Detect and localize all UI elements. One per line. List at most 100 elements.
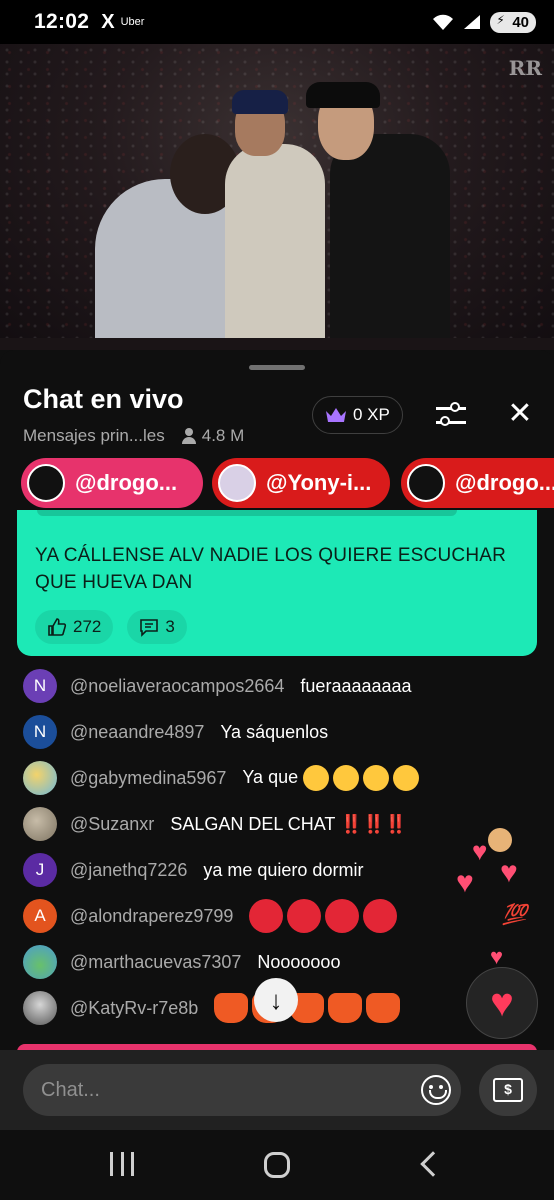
message-author: @janethq7226 (70, 859, 188, 880)
smiley-icon[interactable] (421, 1075, 451, 1105)
chat-subheader[interactable]: Mensajes prin...les 4.8 M (23, 426, 244, 446)
message-text: Ya que (242, 765, 423, 791)
chat-message[interactable]: @KatyRv-r7e8b (23, 990, 404, 1026)
video-performer-2-cap (232, 90, 288, 114)
super-chat-actions: 272 3 (35, 610, 187, 644)
heart-icon: ♥ (456, 866, 474, 899)
chat-title: Chat en vivo (23, 384, 184, 414)
reply-button[interactable]: 3 (127, 610, 187, 644)
chat-message[interactable]: @gabymedina5967 Ya que (23, 760, 423, 796)
chat-message[interactable]: N @neaandre4897 Ya sáquenlos (23, 714, 328, 750)
status-indicators: 40 (432, 11, 536, 33)
like-button[interactable]: 272 (35, 610, 114, 644)
nauseated-emoji-icon (333, 765, 360, 791)
message-text: Ya sáquenlos (220, 721, 329, 742)
red-blob-emoji-icon (249, 899, 284, 933)
fire-emoji-icon (214, 993, 249, 1023)
super-chat-card[interactable]: YA CÁLLENSE ALV NADIE LOS QUIERE ESCUCHA… (17, 518, 537, 656)
signal-icon (464, 15, 481, 29)
uber-app-icon: Uber (120, 16, 145, 28)
send-heart-button[interactable]: ♥ (466, 967, 538, 1039)
status-bar: 12:02 X Uber 40 (0, 0, 554, 44)
fire-emoji-icon (366, 993, 401, 1023)
avatar: J (23, 853, 57, 887)
message-author: @KatyRv-r7e8b (70, 997, 199, 1018)
x-app-icon: X (101, 10, 115, 33)
video-performer-3 (330, 134, 450, 350)
recents-icon[interactable] (110, 1152, 134, 1176)
chat-input[interactable]: Chat... (23, 1064, 461, 1116)
sliders-knob-2 (440, 416, 450, 426)
chat-input-placeholder: Chat... (41, 1078, 100, 1101)
message-text: fueraaaaaaaa (300, 675, 412, 696)
avatar: N (23, 669, 57, 703)
back-icon[interactable] (420, 1151, 446, 1177)
red-blob-emoji-icon (287, 899, 322, 933)
red-blob-emoji-icon (363, 899, 398, 933)
channel-watermark: RR (508, 56, 542, 80)
chat-message[interactable]: N @noeliaveraocampos2664 fueraaaaaaaa (23, 668, 412, 704)
red-blob-emoji-icon (325, 899, 360, 933)
pinned-donations: @drogo... @Yony-i... @drogo... (0, 458, 554, 510)
hundred-emoji-icon: 💯 (502, 904, 527, 926)
home-icon[interactable] (264, 1152, 290, 1178)
pinned-handle: @drogo... (75, 470, 178, 495)
chat-message[interactable]: J @janethq7226 ya me quiero dormir (23, 852, 363, 888)
chat-message[interactable]: A @alondraperez9799 (23, 898, 401, 934)
video-performer-2 (225, 144, 325, 350)
avatar (27, 464, 65, 502)
video-stage (0, 338, 554, 350)
chat-message[interactable]: @Suzanxr SALGAN DEL CHAT ‼️‼️‼️ (23, 806, 407, 842)
avatar (23, 807, 57, 841)
avatar (23, 761, 57, 795)
like-count: 272 (73, 617, 102, 636)
message-author: @neaandre4897 (70, 721, 205, 742)
avatar (23, 991, 57, 1025)
xp-label: 0 XP (353, 405, 390, 424)
status-time: 12:02 (34, 10, 90, 33)
pinned-chip[interactable]: @drogo... (401, 458, 554, 508)
chat-composer: Chat... $ (0, 1050, 554, 1130)
message-text: SALGAN DEL CHAT ‼️‼️‼️ (170, 813, 408, 834)
crown-icon (326, 408, 346, 422)
money-icon: $ (493, 1078, 523, 1102)
heart-icon: ♥ (490, 980, 514, 1025)
nauseated-emoji-icon (393, 765, 420, 791)
pinned-handle: @Yony-i... (266, 470, 372, 495)
thumbs-up-icon (48, 618, 67, 636)
message-author: @alondraperez9799 (70, 905, 234, 926)
message-text: ya me quiero dormir (203, 859, 364, 880)
scroll-down-button[interactable]: ↓ (254, 978, 298, 1022)
sliders-knob-1 (450, 402, 460, 412)
fire-emoji-icon (328, 993, 363, 1023)
avatar (218, 464, 256, 502)
xp-button[interactable]: 0 XP (312, 396, 403, 434)
chat-filter-label[interactable]: Mensajes prin...les (23, 426, 165, 446)
drag-handle[interactable] (249, 365, 305, 370)
message-author: @noeliaveraocampos2664 (70, 675, 285, 696)
close-icon[interactable]: ✕ (500, 394, 540, 434)
sliders-icon[interactable] (430, 396, 470, 434)
wifi-icon (433, 14, 454, 30)
pinned-handle: @drogo... (455, 470, 554, 495)
avatar (23, 945, 57, 979)
viewer-count: 4.8 M (201, 426, 245, 445)
comment-icon (140, 619, 159, 637)
message-author: @gabymedina5967 (70, 767, 227, 788)
avatar: A (23, 899, 57, 933)
heart-icon: ♥ (500, 856, 518, 889)
message-author: @Suzanxr (70, 813, 155, 834)
pinned-chip[interactable]: @drogo... (21, 458, 203, 508)
avatar (407, 464, 445, 502)
live-video-player[interactable]: RR (0, 44, 554, 350)
chat-message[interactable]: @marthacuevas7307 Nooooooo (23, 944, 340, 980)
nauseated-emoji-icon (363, 765, 390, 791)
face-emoji-icon (488, 828, 512, 852)
message-text-words: Ya que (242, 766, 299, 787)
message-text (249, 899, 401, 933)
pinned-chip[interactable]: @Yony-i... (212, 458, 390, 508)
super-chat-message: YA CÁLLENSE ALV NADIE LOS QUIERE ESCUCHA… (35, 545, 507, 593)
viewers-icon (181, 428, 197, 444)
super-chat-button[interactable]: $ (479, 1064, 537, 1116)
battery-indicator: 40 (490, 11, 536, 33)
